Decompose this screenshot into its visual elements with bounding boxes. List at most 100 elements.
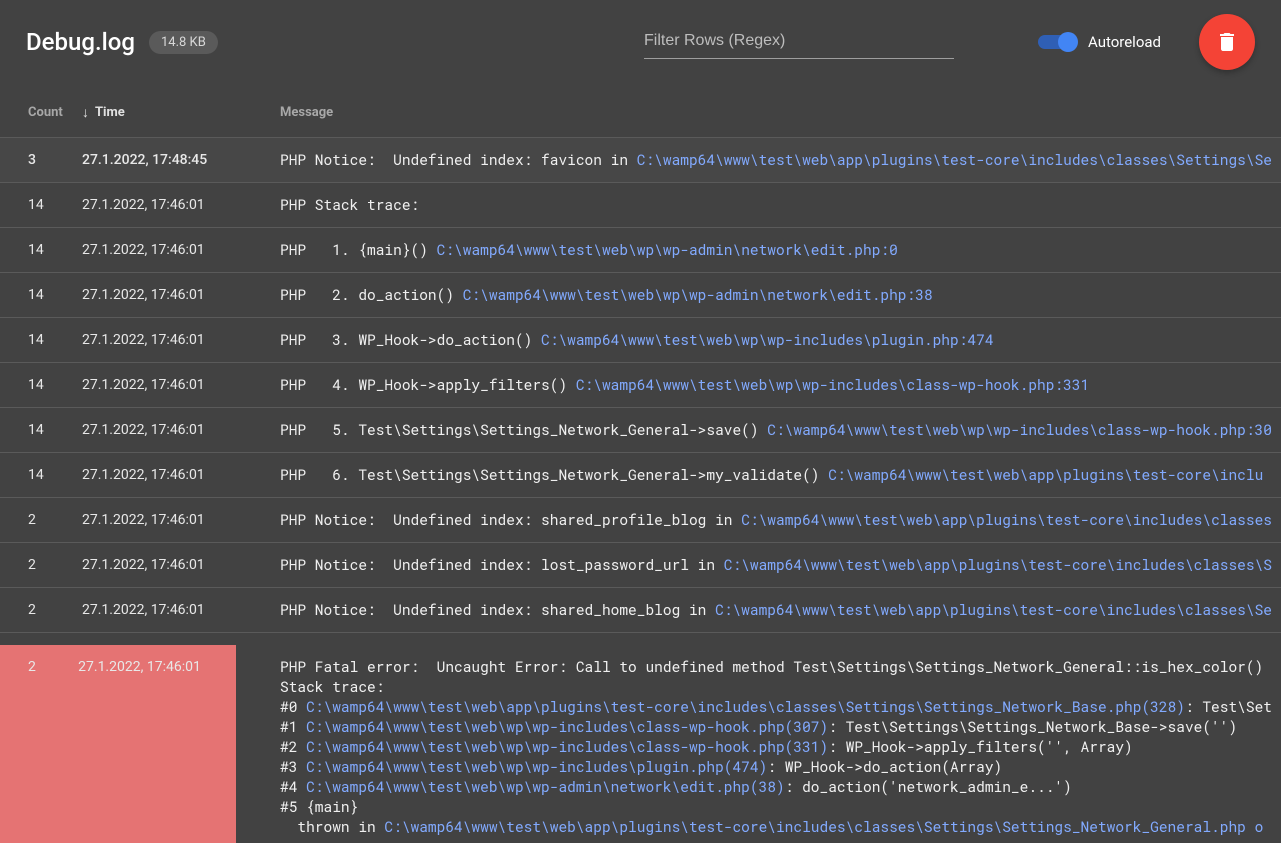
row-count: 14 xyxy=(28,195,82,215)
file-path-link[interactable]: C:\wamp64\www\test\web\wp\wp-includes\cl… xyxy=(576,375,1089,394)
table-header: Count ↓ Time Message xyxy=(0,88,1281,138)
row-time: 27.1.2022, 17:48:45 xyxy=(82,150,280,170)
row-message: PHP 5. Test\Settings\Settings_Network_Ge… xyxy=(280,420,1281,440)
log-row[interactable]: 327.1.2022, 17:48:45PHP Notice: Undefine… xyxy=(0,138,1281,183)
log-row[interactable]: 1427.1.2022, 17:46:01PHP 1. {main}() C:\… xyxy=(0,228,1281,273)
toolbar: Debug.log 14.8 KB Autoreload xyxy=(0,0,1281,84)
row-count: 2 xyxy=(28,657,78,677)
autoreload-label: Autoreload xyxy=(1088,33,1161,51)
row-count: 14 xyxy=(28,375,82,395)
log-row-fatal[interactable]: 227.1.2022, 17:46:01PHP Fatal error: Unc… xyxy=(0,633,1281,843)
message-text: #3 xyxy=(280,757,306,776)
log-row[interactable]: 1427.1.2022, 17:46:01PHP 3. WP_Hook->do_… xyxy=(0,318,1281,363)
sort-arrow-down-icon: ↓ xyxy=(82,104,89,121)
file-path-link[interactable]: C:\wamp64\www\test\web\wp\wp-includes\pl… xyxy=(541,330,993,349)
log-row[interactable]: 227.1.2022, 17:46:01PHP Notice: Undefine… xyxy=(0,498,1281,543)
row-count: 14 xyxy=(28,285,82,305)
message-text: PHP Notice: Undefined index: lost_passwo… xyxy=(280,555,724,574)
header-message[interactable]: Message xyxy=(280,105,1281,120)
file-path-link[interactable]: C:\wamp64\www\test\web\wp\wp-admin\netwo… xyxy=(463,285,933,304)
row-count: 2 xyxy=(28,600,82,620)
message-text: : WP_Hook->apply_filters('', Array) xyxy=(828,737,1133,756)
log-row[interactable]: 1427.1.2022, 17:46:01PHP 2. do_action() … xyxy=(0,273,1281,318)
page-title: Debug.log xyxy=(26,28,135,56)
message-text: PHP 1. {main}() xyxy=(280,240,437,259)
message-text: PHP 5. Test\Settings\Settings_Network_Ge… xyxy=(280,420,767,439)
row-time: 27.1.2022, 17:46:01 xyxy=(82,375,280,395)
message-text: PHP Notice: Undefined index: shared_prof… xyxy=(280,510,741,529)
filter-input[interactable] xyxy=(644,26,954,59)
file-path-link[interactable]: C:\wamp64\www\test\web\app\plugins\test-… xyxy=(741,510,1272,529)
row-time: 27.1.2022, 17:46:01 xyxy=(82,420,280,440)
message-text: : WP_Hook->do_action(Array) xyxy=(767,757,1002,776)
message-text: Stack trace: xyxy=(280,677,384,696)
row-time: 27.1.2022, 17:46:01 xyxy=(82,285,280,305)
row-message: PHP Notice: Undefined index: shared_home… xyxy=(280,600,1281,620)
header-time[interactable]: ↓ Time xyxy=(82,104,280,121)
file-path-link[interactable]: C:\wamp64\www\test\web\app\plugins\test-… xyxy=(384,817,1263,836)
row-message: PHP 2. do_action() C:\wamp64\www\test\we… xyxy=(280,285,1281,305)
row-count: 14 xyxy=(28,330,82,350)
log-row[interactable]: 1427.1.2022, 17:46:01PHP Stack trace: xyxy=(0,183,1281,228)
message-text: PHP 4. WP_Hook->apply_filters() xyxy=(280,375,576,394)
file-path-link[interactable]: C:\wamp64\www\test\web\wp\wp-admin\netwo… xyxy=(306,777,785,796)
log-row[interactable]: 1427.1.2022, 17:46:01PHP 5. Test\Setting… xyxy=(0,408,1281,453)
header-time-label: Time xyxy=(95,105,125,120)
row-message: PHP Notice: Undefined index: shared_prof… xyxy=(280,510,1281,530)
message-text: thrown in xyxy=(280,817,384,836)
message-text: #5 {main} xyxy=(280,797,358,816)
message-text: PHP Notice: Undefined index: shared_home… xyxy=(280,600,715,619)
row-message: PHP 3. WP_Hook->do_action() C:\wamp64\ww… xyxy=(280,330,1281,350)
file-path-link[interactable]: C:\wamp64\www\test\web\wp\wp-includes\cl… xyxy=(306,737,828,756)
row-time: 27.1.2022, 17:46:01 xyxy=(82,240,280,260)
trash-icon xyxy=(1215,30,1239,54)
row-time: 27.1.2022, 17:46:01 xyxy=(82,510,280,530)
message-text: : Test\Set xyxy=(1185,697,1272,716)
file-path-link[interactable]: C:\wamp64\www\test\web\app\plugins\test-… xyxy=(306,697,1185,716)
file-path-link[interactable]: C:\wamp64\www\test\web\app\plugins\test-… xyxy=(715,600,1272,619)
row-count: 2 xyxy=(28,510,82,530)
file-path-link[interactable]: C:\wamp64\www\test\web\app\plugins\test-… xyxy=(637,150,1272,169)
row-time: 27.1.2022, 17:46:01 xyxy=(82,555,280,575)
row-time: 27.1.2022, 17:46:01 xyxy=(82,465,280,485)
row-time: 27.1.2022, 17:46:01 xyxy=(82,195,280,215)
row-time: 27.1.2022, 17:46:01 xyxy=(82,600,280,620)
message-text: PHP 3. WP_Hook->do_action() xyxy=(280,330,541,349)
row-message: PHP Notice: Undefined index: favicon in … xyxy=(280,150,1281,170)
file-path-link[interactable]: C:\wamp64\www\test\web\app\plugins\test-… xyxy=(828,465,1263,484)
row-count: 14 xyxy=(28,420,82,440)
file-path-link[interactable]: C:\wamp64\www\test\web\wp\wp-admin\netwo… xyxy=(437,240,898,259)
row-time: 27.1.2022, 17:46:01 xyxy=(82,330,280,350)
file-path-link[interactable]: C:\wamp64\www\test\web\app\plugins\test-… xyxy=(724,555,1272,574)
message-text: PHP Notice: Undefined index: favicon in xyxy=(280,150,637,169)
log-row[interactable]: 227.1.2022, 17:46:01PHP Notice: Undefine… xyxy=(0,543,1281,588)
row-time: 27.1.2022, 17:46:01 xyxy=(78,657,236,677)
log-row[interactable]: 227.1.2022, 17:46:01PHP Notice: Undefine… xyxy=(0,588,1281,633)
row-message: PHP Stack trace: xyxy=(280,195,1281,215)
fatal-row-meta: 227.1.2022, 17:46:01 xyxy=(0,645,236,843)
file-path-link[interactable]: C:\wamp64\www\test\web\wp\wp-includes\cl… xyxy=(767,420,1272,439)
row-count: 3 xyxy=(28,150,82,170)
message-text: #0 xyxy=(280,697,306,716)
message-text: PHP Stack trace: xyxy=(280,195,419,214)
row-count: 2 xyxy=(28,555,82,575)
file-size-badge: 14.8 KB xyxy=(149,31,218,54)
file-path-link[interactable]: C:\wamp64\www\test\web\wp\wp-includes\pl… xyxy=(306,757,767,776)
row-message: PHP 1. {main}() C:\wamp64\www\test\web\w… xyxy=(280,240,1281,260)
row-message: PHP 4. WP_Hook->apply_filters() C:\wamp6… xyxy=(280,375,1281,395)
log-row[interactable]: 1427.1.2022, 17:46:01PHP 6. Test\Setting… xyxy=(0,453,1281,498)
row-message: PHP Notice: Undefined index: lost_passwo… xyxy=(280,555,1281,575)
file-path-link[interactable]: C:\wamp64\www\test\web\wp\wp-includes\cl… xyxy=(306,717,828,736)
autoreload-toggle[interactable] xyxy=(1038,35,1076,49)
message-text: #2 xyxy=(280,737,306,756)
filter-field xyxy=(644,26,954,59)
message-text: PHP 2. do_action() xyxy=(280,285,463,304)
row-message: PHP Fatal error: Uncaught Error: Call to… xyxy=(236,645,1281,843)
log-row[interactable]: 1427.1.2022, 17:46:01PHP 4. WP_Hook->app… xyxy=(0,363,1281,408)
row-message: PHP 6. Test\Settings\Settings_Network_Ge… xyxy=(280,465,1281,485)
message-text: #1 xyxy=(280,717,306,736)
row-count: 14 xyxy=(28,240,82,260)
clear-log-button[interactable] xyxy=(1199,14,1255,70)
header-count[interactable]: Count xyxy=(28,105,82,120)
message-text: PHP 6. Test\Settings\Settings_Network_Ge… xyxy=(280,465,828,484)
